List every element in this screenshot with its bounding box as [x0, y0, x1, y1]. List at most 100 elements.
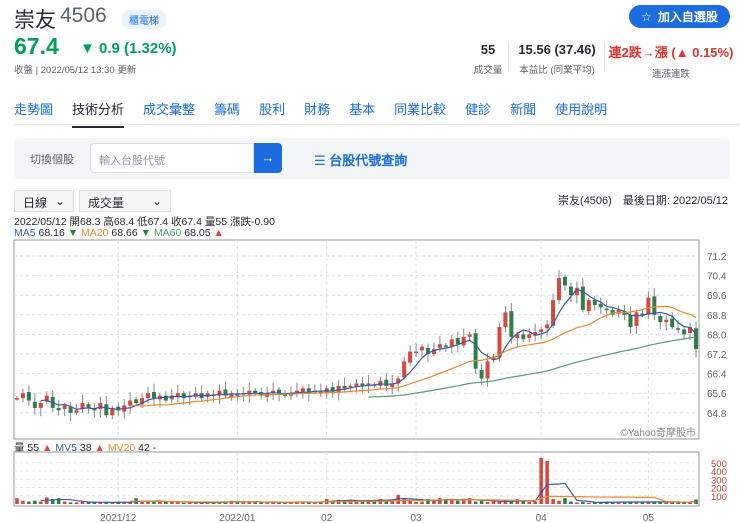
candle: [676, 328, 681, 330]
candle: [26, 391, 31, 401]
candle: [664, 319, 669, 323]
candle: [104, 404, 109, 416]
volume-bar: [533, 501, 537, 504]
volume-bar: [414, 501, 418, 504]
candle: [473, 333, 478, 369]
volume-bar: [563, 498, 567, 504]
candle: [151, 391, 156, 399]
volume-bar: [420, 501, 424, 504]
candle: [437, 344, 442, 348]
candle: [146, 393, 151, 399]
volume-bar: [527, 501, 532, 504]
candle: [408, 351, 413, 363]
volume-bar: [581, 501, 585, 504]
volume-bar: [408, 500, 412, 504]
candle: [521, 334, 526, 340]
price-tick-label: 66.4: [707, 370, 727, 381]
candle: [62, 405, 67, 410]
candle: [539, 329, 544, 332]
volume-bar: [521, 501, 526, 504]
volume-bar: [545, 461, 549, 504]
volume-bar: [479, 500, 484, 504]
candle: [336, 385, 341, 392]
date-tick-label: 2021/12: [100, 513, 137, 523]
candle: [598, 303, 603, 308]
volume-bar: [575, 502, 579, 504]
volume-bar: [33, 500, 37, 504]
price-tick-label: 70.4: [707, 272, 727, 283]
candle: [98, 403, 103, 410]
volume-bar: [140, 501, 144, 504]
candle: [527, 334, 532, 339]
volume-bar: [176, 502, 180, 504]
volume-bar: [21, 500, 25, 504]
volume-bar: [438, 498, 442, 504]
volume-bar: [39, 501, 43, 504]
candle: [74, 410, 79, 413]
volume-bar: [152, 501, 156, 504]
volume-bar: [181, 502, 186, 504]
candle: [163, 395, 168, 401]
price-tick-label: 65.6: [707, 389, 727, 400]
volume-bar: [551, 499, 555, 504]
candle: [562, 276, 567, 286]
date-tick-label: 02: [321, 513, 333, 523]
volume-bar: [241, 502, 246, 504]
candle: [455, 338, 460, 345]
volume-bar: [27, 501, 31, 504]
price-tick-label: 68.8: [707, 311, 727, 322]
candle: [342, 385, 347, 389]
candle: [568, 286, 573, 296]
candle: [443, 345, 448, 347]
volume-bar: [491, 501, 496, 504]
candle: [128, 400, 133, 406]
volume-bar: [74, 502, 79, 504]
volume-tick-label: 100: [711, 492, 727, 503]
price-tick-label: 69.6: [707, 291, 727, 302]
candle: [461, 336, 466, 346]
candle: [38, 403, 43, 408]
candle: [503, 312, 508, 328]
volume-bar: [539, 457, 543, 504]
candle: [586, 300, 591, 312]
candle: [652, 296, 657, 315]
candle: [682, 329, 687, 335]
candle: [485, 361, 490, 379]
volume-bar: [485, 501, 490, 504]
candle: [658, 316, 663, 323]
candle: [545, 324, 550, 329]
volume-bar: [62, 501, 67, 504]
price-tick-label: 67.2: [707, 350, 727, 361]
candle: [497, 327, 502, 358]
candle: [414, 351, 419, 354]
price-tick-label: 71.2: [707, 252, 727, 263]
price-volume-chart[interactable]: 71.270.469.668.868.067.266.465.664.85004…: [0, 0, 740, 523]
volume-bar: [569, 501, 573, 504]
candle: [509, 311, 514, 337]
volume-bar: [455, 500, 460, 504]
candle: [580, 286, 585, 310]
candle: [646, 297, 651, 315]
candle: [467, 334, 472, 337]
price-tick-label: 64.8: [707, 409, 727, 420]
volume-bar: [15, 498, 19, 504]
candle: [449, 339, 454, 347]
candle: [56, 407, 61, 411]
candle: [592, 300, 597, 305]
candle: [134, 399, 139, 403]
candle: [32, 401, 37, 408]
candle: [300, 388, 305, 392]
volume-bar: [587, 502, 591, 504]
candle: [402, 361, 407, 378]
candle: [628, 314, 633, 328]
candle: [330, 387, 335, 391]
candle: [420, 346, 425, 351]
date-tick-label: 2022/01: [219, 513, 256, 523]
candle: [670, 318, 675, 328]
candle: [181, 393, 186, 399]
candle: [557, 278, 562, 301]
candle: [634, 312, 639, 326]
candle: [14, 398, 19, 400]
candle: [604, 308, 609, 311]
candle: [479, 369, 484, 379]
